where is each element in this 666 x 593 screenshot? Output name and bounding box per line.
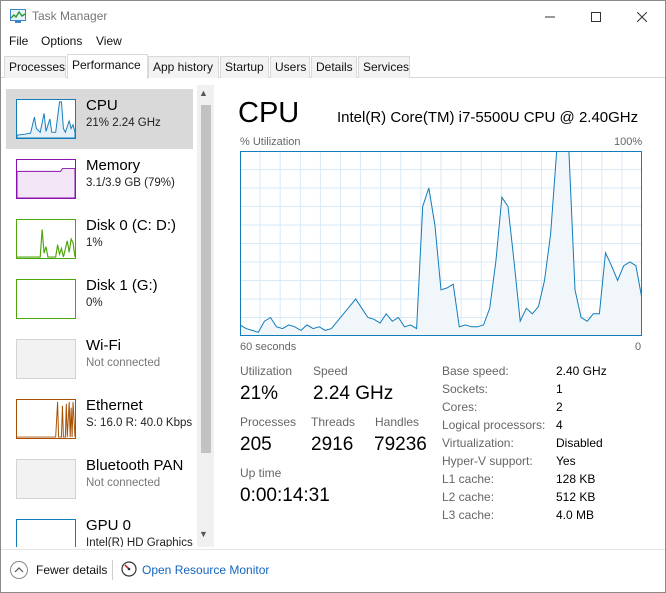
- spec-key: Cores:: [442, 400, 478, 414]
- uptime-value: 0:00:14:31: [240, 485, 330, 506]
- maximize-icon: [591, 11, 601, 22]
- sidebar-item-detail: 1%: [86, 237, 103, 249]
- sidebar-item-detail: Not connected: [86, 477, 161, 489]
- disk-0-thumbnail-graph: [16, 219, 76, 259]
- sidebar-item-detail: Intel(R) HD Graphics: [86, 537, 193, 547]
- wifi-thumbnail-graph: [16, 339, 76, 379]
- menu-view[interactable]: View: [96, 34, 122, 48]
- spec-value: 4: [556, 418, 563, 432]
- ethernet-thumbnail-graph: [16, 399, 76, 439]
- open-resource-monitor-link[interactable]: Open Resource Monitor: [142, 563, 269, 577]
- maximize-button[interactable]: [573, 1, 619, 32]
- sidebar-item-label: Ethernet: [86, 397, 143, 414]
- tab-details[interactable]: Details: [311, 56, 357, 78]
- spec-key: L2 cache:: [442, 490, 495, 504]
- memory-thumbnail-graph: [16, 159, 76, 199]
- processes-value: 205: [240, 434, 272, 455]
- sidebar-item-label: Disk 1 (G:): [86, 277, 158, 294]
- spec-key: Sockets:: [442, 382, 489, 396]
- cpu-thumbnail-graph: [16, 99, 76, 139]
- tab-app-history[interactable]: App history: [148, 56, 219, 78]
- sidebar-item-label: Bluetooth PAN: [86, 457, 184, 474]
- gpu-thumbnail-graph: [16, 519, 76, 547]
- utilization-value: 21%: [240, 383, 279, 404]
- spec-key: Virtualization:: [442, 436, 514, 450]
- sidebar-item-label: Disk 0 (C: D:): [86, 217, 176, 234]
- tab-services[interactable]: Services: [358, 56, 410, 78]
- sidebar-item-wifi[interactable]: Wi-Fi Not connected: [6, 329, 193, 389]
- spec-value: 4.0 MB: [556, 508, 595, 522]
- tab-users[interactable]: Users: [270, 56, 310, 78]
- task-manager-window: Task Manager File Options View Processes…: [0, 0, 666, 593]
- utilization-axis-label: % Utilization: [240, 136, 301, 148]
- time-zero-label: 0: [635, 341, 642, 353]
- sidebar-item-detail: S: 16.0 R: 40.0 Kbps: [86, 417, 193, 429]
- page-title: CPU: [238, 97, 300, 129]
- spec-value: Disabled: [556, 436, 603, 450]
- spec-value: 1: [556, 382, 563, 396]
- threads-value: 2916: [311, 434, 354, 455]
- sidebar-item-detail: Not connected: [86, 357, 161, 369]
- close-icon: [637, 11, 647, 22]
- footer-bar: Fewer details Open Resource Monitor: [1, 549, 665, 592]
- uptime-label: Up time: [240, 466, 282, 480]
- sidebar-item-label: Memory: [86, 157, 141, 174]
- tab-startup[interactable]: Startup: [220, 56, 269, 78]
- menu-file[interactable]: File: [9, 34, 28, 48]
- spec-value: 128 KB: [556, 472, 596, 486]
- chevron-up-icon[interactable]: [10, 561, 28, 579]
- scroll-down-arrow-icon[interactable]: ▼: [199, 529, 208, 539]
- sidebar-item-label: CPU: [86, 97, 118, 114]
- sidebar-item-bluetooth-pan[interactable]: Bluetooth PAN Not connected: [6, 449, 193, 509]
- resource-monitor-icon[interactable]: [121, 561, 137, 577]
- menu-options[interactable]: Options: [41, 34, 82, 48]
- handles-value: 79236: [374, 434, 427, 455]
- handles-label: Handles: [375, 415, 420, 429]
- sidebar-item-gpu-0[interactable]: GPU 0 Intel(R) HD Graphics: [6, 509, 193, 547]
- sidebar-scroll-thumb[interactable]: [201, 105, 211, 453]
- minimize-button[interactable]: [527, 1, 573, 32]
- disk-1-thumbnail-graph: [16, 279, 76, 319]
- sidebar-item-cpu[interactable]: CPU 21% 2.24 GHz: [6, 89, 193, 149]
- speed-value: 2.24 GHz: [313, 383, 394, 404]
- sidebar-item-disk-0[interactable]: Disk 0 (C: D:) 1%: [6, 209, 193, 269]
- sidebar-item-label: Wi-Fi: [86, 337, 121, 354]
- fewer-details-button[interactable]: Fewer details: [36, 563, 107, 577]
- time-span-label: 60 seconds: [240, 341, 297, 353]
- cpu-model-name: Intel(R) Core(TM) i7-5500U CPU @ 2.40GHz: [337, 109, 639, 126]
- max-percent-label: 100%: [614, 136, 643, 148]
- spec-key: L1 cache:: [442, 472, 495, 486]
- threads-label: Threads: [311, 415, 356, 429]
- title-bar: Task Manager: [1, 1, 665, 32]
- spec-key: Base speed:: [442, 364, 509, 378]
- sidebar-item-label: GPU 0: [86, 517, 132, 534]
- tab-strip: Processes Performance App history Startu…: [1, 54, 665, 79]
- spec-value: Yes: [556, 454, 576, 468]
- sidebar-item-detail: 3.1/3.9 GB (79%): [86, 177, 175, 189]
- footer-divider: [112, 560, 113, 580]
- sidebar-item-disk-1[interactable]: Disk 1 (G:) 0%: [6, 269, 193, 329]
- tab-processes[interactable]: Processes: [4, 56, 66, 78]
- minimize-icon: [545, 16, 555, 17]
- sidebar-item-detail: 0%: [86, 297, 103, 309]
- spec-key: Hyper-V support:: [442, 454, 533, 468]
- sidebar-item-ethernet[interactable]: Ethernet S: 16.0 R: 40.0 Kbps: [6, 389, 193, 449]
- bluetooth-thumbnail-graph: [16, 459, 76, 499]
- spec-key: Logical processors:: [442, 418, 546, 432]
- speed-label: Speed: [313, 364, 348, 378]
- close-button[interactable]: [619, 1, 665, 32]
- tab-performance[interactable]: Performance: [67, 54, 148, 79]
- sidebar-item-memory[interactable]: Memory 3.1/3.9 GB (79%): [6, 149, 193, 209]
- spec-key: L3 cache:: [442, 508, 495, 522]
- scroll-up-arrow-icon[interactable]: ▲: [199, 88, 208, 98]
- task-manager-icon: [10, 9, 26, 23]
- sidebar-item-detail: 21% 2.24 GHz: [86, 117, 161, 129]
- utilization-label: Utilization: [240, 364, 293, 378]
- processes-label: Processes: [240, 415, 297, 429]
- spec-value: 2: [556, 400, 563, 414]
- cpu-utilization-graph: [240, 151, 642, 336]
- spec-value: 2.40 GHz: [556, 364, 607, 378]
- spec-value: 512 KB: [556, 490, 596, 504]
- window-title: Task Manager: [32, 9, 108, 23]
